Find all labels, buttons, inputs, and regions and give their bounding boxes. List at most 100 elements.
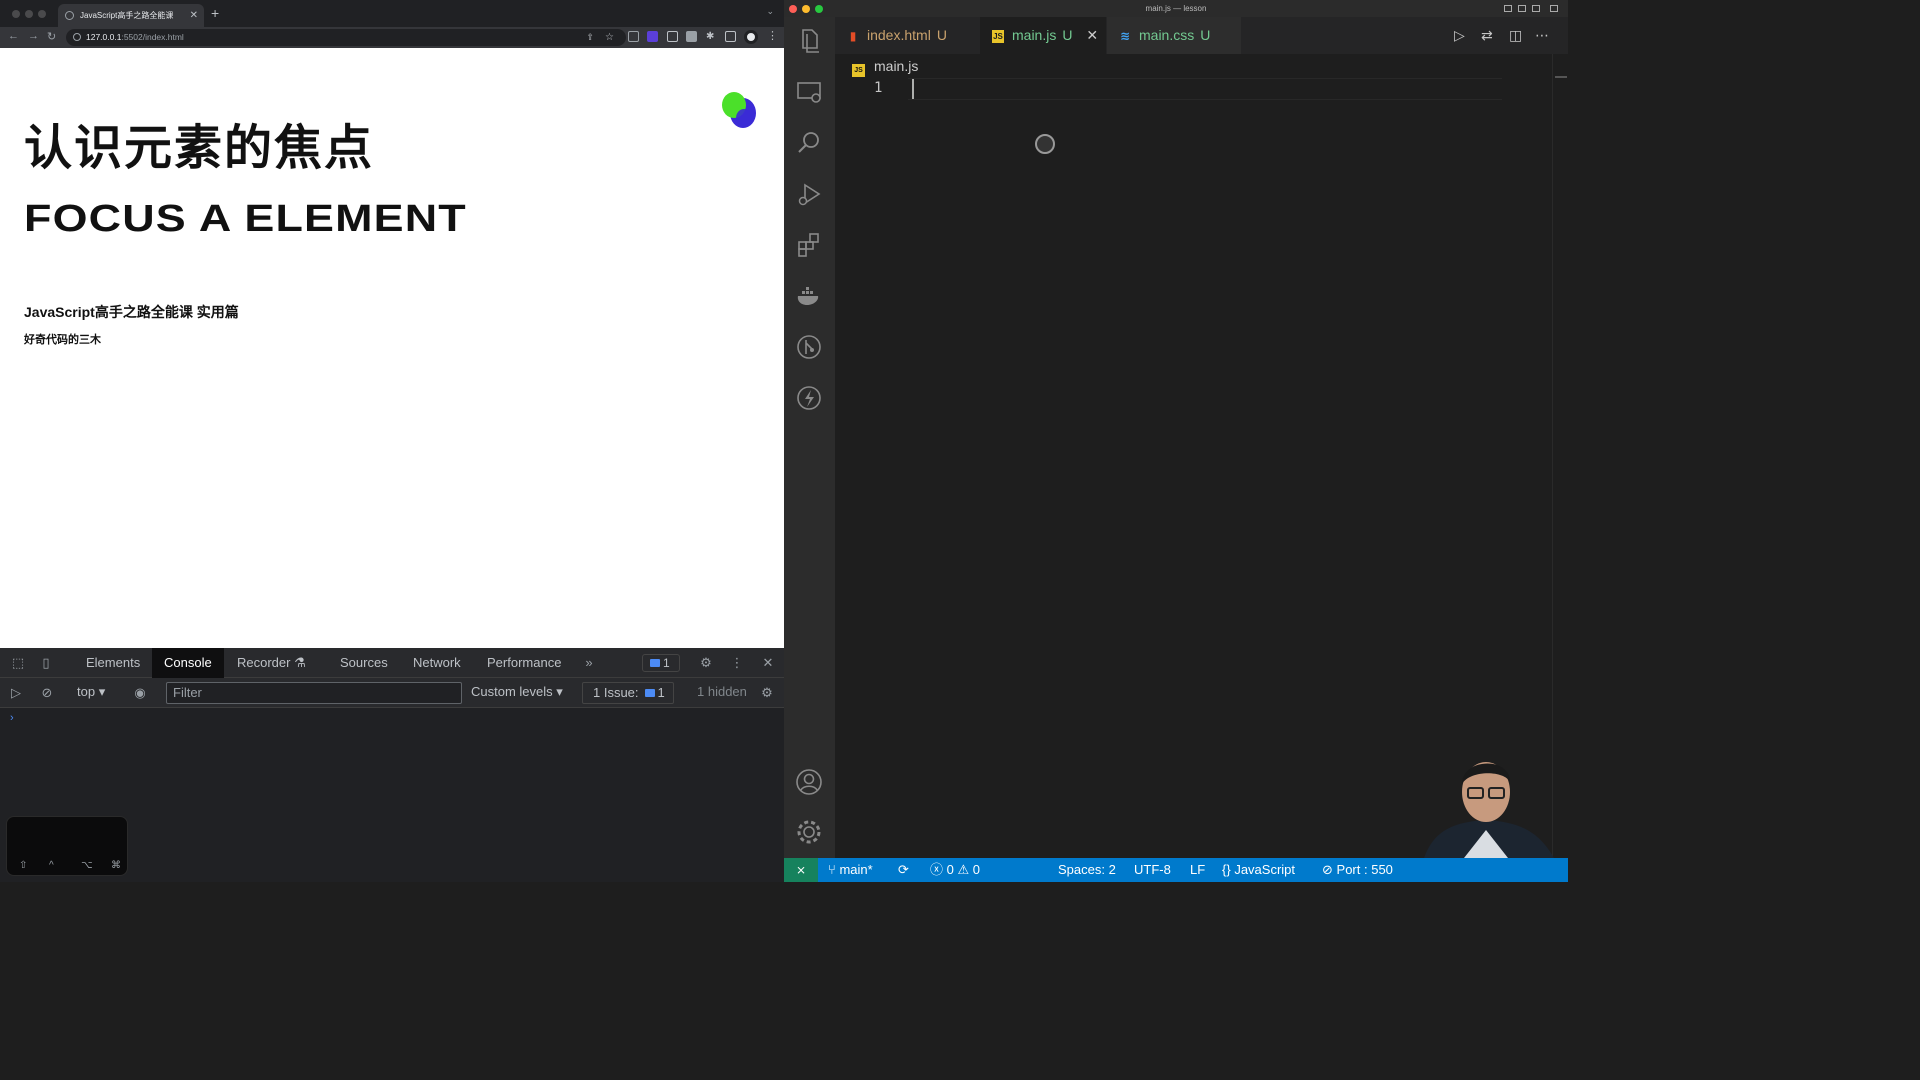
inspect-element-icon[interactable]: ⬚ (10, 655, 26, 671)
live-expression-eye-icon[interactable]: ◉ (132, 685, 148, 701)
tab-search-icon[interactable]: ⌄ (766, 6, 774, 17)
issues-button[interactable]: 1 Issue: 1 (582, 682, 674, 704)
lightning-icon[interactable] (794, 383, 824, 413)
vscode-titlebar: main.js — lesson (784, 0, 1568, 17)
language-mode[interactable]: {} JavaScript (1222, 858, 1295, 882)
device-toolbar-icon[interactable]: ▯ (38, 655, 54, 671)
site-info-icon[interactable] (73, 33, 81, 41)
run-code-icon[interactable]: ▷ (1454, 27, 1465, 44)
extension-icon[interactable] (628, 31, 639, 42)
address-bar[interactable]: 127.0.0.1:5502/index.html ⇪ ☆ (66, 29, 626, 46)
split-editor-icon[interactable]: ◫ (1509, 27, 1522, 44)
console-filter-input[interactable]: Filter (166, 682, 462, 704)
issues-badge[interactable]: 1 (642, 654, 680, 672)
close-devtools-icon[interactable]: ✕ (760, 655, 776, 671)
tab-label: main.css (1139, 27, 1195, 43)
more-tabs-icon[interactable]: » (581, 655, 597, 671)
browser-tab[interactable]: JavaScript高手之路全能课 ✕ (58, 4, 204, 27)
settings-gear-icon[interactable]: ⚙ (698, 655, 714, 671)
indentation-setting[interactable]: Spaces: 2 (1058, 858, 1116, 882)
run-debug-icon[interactable] (794, 179, 824, 209)
search-icon[interactable] (794, 128, 824, 158)
browser-tab-title: JavaScript高手之路全能课 (80, 11, 174, 20)
window-minimize-dot[interactable] (25, 10, 33, 18)
extensions-icon[interactable] (794, 230, 824, 260)
toggle-panel-icon[interactable] (1518, 5, 1526, 12)
warning-count: 0 (972, 862, 981, 877)
manage-gear-icon[interactable] (794, 817, 824, 847)
customize-layout-icon[interactable] (1550, 5, 1558, 12)
presenter-webcam-image (1424, 762, 1554, 858)
clear-console-icon[interactable]: ⊘ (39, 685, 55, 701)
source-control-graph-icon[interactable] (794, 332, 824, 362)
issues-count: 1 (657, 685, 665, 700)
console-prompt[interactable]: › (10, 712, 14, 724)
open-changes-icon[interactable]: ⇄ (1481, 27, 1493, 44)
untracked-status: U (1062, 27, 1073, 43)
window-minimize-dot[interactable] (802, 5, 810, 13)
bookmark-star-icon[interactable]: ☆ (605, 29, 614, 46)
docker-icon[interactable] (794, 281, 824, 311)
tab-main-css[interactable]: ≋ main.css U (1107, 17, 1241, 54)
close-tab-icon[interactable]: ✕ (190, 4, 198, 27)
page-heading-en: FOCUS A ELEMENT (24, 198, 467, 240)
tab-index-html[interactable]: ▮ index.html U (835, 17, 979, 54)
tab-sources[interactable]: Sources (328, 648, 400, 678)
problems-indicator[interactable]: ⓧ 0 ⚠ 0 (930, 858, 980, 882)
share-icon[interactable]: ⇪ (586, 29, 594, 46)
extension-icon[interactable] (686, 31, 697, 42)
remote-indicator-icon[interactable]: ⨯ (784, 858, 818, 882)
accounts-icon[interactable] (794, 767, 824, 797)
extension-icon[interactable] (667, 31, 678, 42)
shift-key-icon: ⇧ (19, 860, 28, 871)
back-icon[interactable]: ← (8, 30, 19, 42)
toggle-sidebar-icon[interactable] (1504, 5, 1512, 12)
remote-explorer-icon[interactable] (794, 77, 824, 107)
tab-network[interactable]: Network (401, 648, 473, 678)
status-bar: ⨯ ⑂ main* ⟳ ⓧ 0 ⚠ 0 Spaces: 2 UTF-8 LF {… (784, 858, 1568, 882)
window-close-dot[interactable] (12, 10, 20, 18)
browser-menu-icon[interactable]: ⋮ (767, 29, 778, 42)
close-tab-icon[interactable]: ✕ (1086, 27, 1098, 43)
tab-recorder[interactable]: Recorder ⚗ (225, 648, 318, 678)
more-actions-icon[interactable]: ⋯ (1535, 27, 1549, 44)
new-tab-button[interactable]: + (211, 5, 219, 21)
extension-icon[interactable] (647, 31, 658, 42)
tab-label: index.html (867, 27, 931, 43)
forward-icon[interactable]: → (28, 30, 39, 42)
tab-performance[interactable]: Performance (475, 648, 573, 678)
git-branch[interactable]: ⑂ main* (828, 858, 873, 882)
window-close-dot[interactable] (789, 5, 797, 13)
sync-icon[interactable]: ⟳ (898, 858, 909, 882)
port-label: Port : 550 (1336, 862, 1393, 877)
console-settings-gear-icon[interactable]: ⚙ (759, 685, 775, 701)
live-server-port[interactable]: ⊘ Port : 550 (1322, 858, 1393, 882)
explorer-icon[interactable] (794, 25, 824, 55)
breadcrumb[interactable]: JS main.js (852, 58, 918, 77)
tab-elements[interactable]: Elements (74, 648, 152, 678)
javascript-file-icon: JS (852, 64, 865, 77)
overview-ruler[interactable] (1552, 54, 1568, 858)
toggle-secondary-sidebar-icon[interactable] (1532, 5, 1540, 12)
sidebar-toggle-icon[interactable]: ▷ (8, 685, 24, 701)
encoding-setting[interactable]: UTF-8 (1134, 858, 1171, 882)
logo-blob-icon (722, 92, 756, 128)
log-levels-dropdown[interactable]: Custom levels ▾ (471, 684, 563, 700)
window-zoom-dot[interactable] (38, 10, 46, 18)
reload-icon[interactable]: ↻ (47, 30, 56, 43)
tab-main-js[interactable]: JS main.js U ✕ (980, 17, 1106, 54)
line-number: 1 (874, 80, 883, 96)
control-key-icon: ^ (49, 860, 54, 871)
puzzle-icon[interactable]: ✱ (706, 31, 717, 42)
profile-avatar[interactable] (744, 30, 758, 44)
devtools-menu-icon[interactable]: ⋮ (729, 655, 745, 671)
window-zoom-dot[interactable] (815, 5, 823, 13)
eol-setting[interactable]: LF (1190, 858, 1205, 882)
page-heading-cn: 认识元素的焦点 (24, 122, 375, 175)
command-key-icon: ⌘ (111, 860, 121, 871)
side-panel-icon[interactable] (725, 31, 736, 42)
context-selector[interactable]: top ▾ (77, 684, 105, 700)
hidden-messages-count: 1 hidden (697, 684, 747, 699)
tab-console[interactable]: Console (152, 648, 224, 678)
breadcrumb-file: main.js (874, 58, 919, 74)
